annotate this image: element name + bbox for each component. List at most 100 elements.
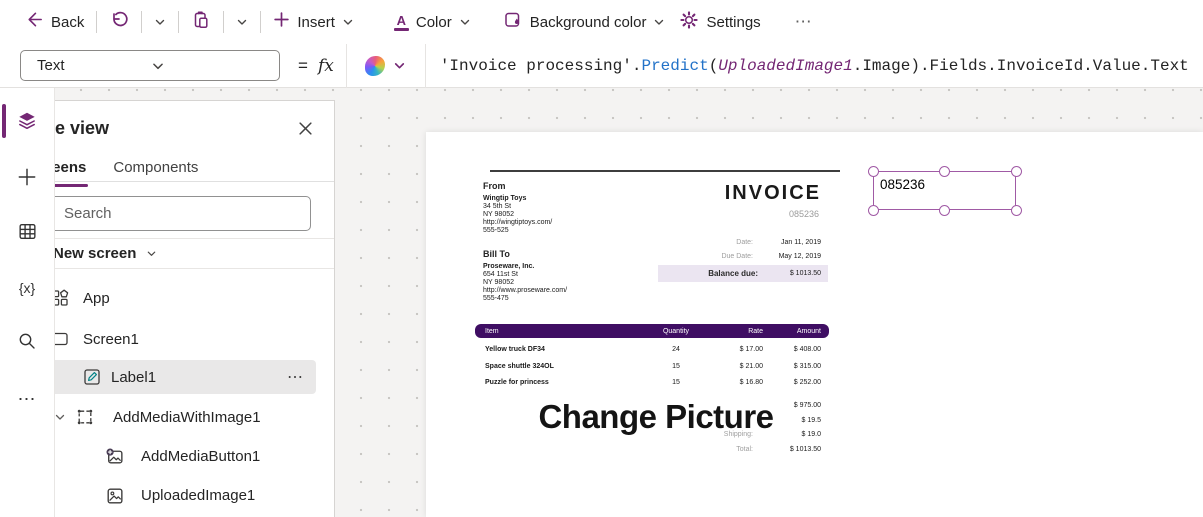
property-dropdown-value: Text <box>37 57 65 74</box>
resize-handle-bottom-center[interactable] <box>939 204 950 216</box>
rail-insert-button[interactable] <box>0 159 54 199</box>
table-grid-icon <box>17 221 38 247</box>
chevron-down-icon <box>146 248 157 259</box>
rail-data-button[interactable] <box>0 214 54 254</box>
col-item: Item <box>485 327 499 335</box>
tree-search-box[interactable] <box>27 196 311 231</box>
col-quantity: Quantity <box>662 327 690 335</box>
command-bar: Back Insert A Color Background color Set… <box>0 0 1203 44</box>
cell-quantity: 15 <box>672 362 680 370</box>
invoice-date-row: Date: Jan 11, 2019 <box>658 236 828 250</box>
cell-amount: $ 408.00 <box>793 346 821 353</box>
formula-bar: Text = fx 'Invoice processing'.Predict(U… <box>0 43 1203 88</box>
more-commands-button[interactable]: ⋯ <box>795 12 813 32</box>
cell-amount: $ 252.00 <box>793 379 821 386</box>
tree-item-label: UploadedImage1 <box>141 486 256 504</box>
chevron-down-icon <box>342 16 354 28</box>
undo-button[interactable] <box>109 10 129 35</box>
date-label: Date: <box>736 239 753 247</box>
table-header-row: Item Quantity Rate Amount <box>475 324 829 338</box>
group-control-icon <box>75 407 95 427</box>
total-label: Total: <box>736 445 753 453</box>
resize-handle-top-center[interactable] <box>939 165 950 177</box>
invoice-bill-to-block: Bill To Proseware, Inc. 654 11st St NY 9… <box>483 249 633 303</box>
cell-item: Space shuttle 324OL <box>485 362 554 370</box>
settings-label: Settings <box>706 13 761 31</box>
chevron-down-icon <box>151 59 265 73</box>
more-icon: ⋯ <box>794 12 813 31</box>
bill-line: NY 98052 <box>483 279 515 286</box>
formula-input[interactable]: 'Invoice processing'.Predict(UploadedIma… <box>440 57 1189 75</box>
cell-quantity: 24 <box>672 346 680 353</box>
powerapps-studio: Back Insert A Color Background color Set… <box>0 0 1203 517</box>
color-button[interactable]: A Color <box>393 13 471 31</box>
change-picture-button[interactable]: Change Picture <box>496 398 816 436</box>
chevron-down-icon[interactable] <box>54 411 66 423</box>
resize-handle-top-left[interactable] <box>867 165 879 177</box>
item-more-icon[interactable]: ⋯ <box>287 367 304 387</box>
tree-view-title: Tree view <box>28 118 110 138</box>
layers-icon <box>16 110 38 137</box>
undo-icon <box>109 10 129 35</box>
balance-due-label: Balance due: <box>708 269 758 278</box>
chevron-down-icon <box>393 59 406 72</box>
invoice-meta: Date: Jan 11, 2019 Due Date: May 12, 201… <box>658 236 828 263</box>
paste-menu-chevron[interactable] <box>236 16 248 28</box>
divider <box>178 11 180 33</box>
resize-handle-bottom-right[interactable] <box>1010 204 1022 216</box>
from-heading: From <box>483 181 506 191</box>
rail-variables-button[interactable]: {x} <box>0 268 54 308</box>
tab-components[interactable]: Components <box>113 159 198 181</box>
label1-control-selected[interactable]: 085236 <box>867 165 1022 216</box>
property-dropdown[interactable]: Text <box>20 50 280 81</box>
left-rail: {x} ⋯ <box>0 88 55 517</box>
due-date-label: Due Date: <box>721 252 753 260</box>
fx-symbol: fx <box>317 55 334 76</box>
bill-line: Proseware, Inc. <box>483 263 535 270</box>
rail-tree-view-button[interactable] <box>0 103 54 143</box>
paste-icon <box>191 10 211 35</box>
copilot-button[interactable] <box>345 43 426 88</box>
cell-quantity: 15 <box>672 379 680 386</box>
from-line: NY 98052 <box>483 211 515 218</box>
divider <box>223 11 225 33</box>
close-panel-button[interactable] <box>295 118 316 144</box>
paste-button[interactable] <box>191 10 211 35</box>
resize-handle-top-right[interactable] <box>1010 165 1022 177</box>
search-input[interactable] <box>64 205 264 222</box>
tree-item-label: AddMediaWithImage1 <box>113 408 261 426</box>
from-line: 34 5th St <box>483 203 512 210</box>
insert-button[interactable]: Insert <box>273 11 354 33</box>
plus-icon <box>273 11 290 33</box>
resize-handle-bottom-left[interactable] <box>867 204 879 216</box>
col-rate: Rate <box>748 327 763 335</box>
formula-function: Predict <box>641 56 709 75</box>
back-button[interactable]: Back <box>25 10 84 34</box>
color-label: Color <box>415 13 452 31</box>
search-icon <box>17 331 37 356</box>
cell-item: Yellow truck DF34 <box>485 346 545 353</box>
label1-text: 085236 <box>880 177 926 192</box>
col-amount: Amount <box>796 327 821 335</box>
background-color-button[interactable]: Background color <box>503 10 666 35</box>
rail-search-button[interactable] <box>0 323 54 363</box>
undo-menu-chevron[interactable] <box>154 16 166 28</box>
image-icon <box>104 485 125 506</box>
table-row: Space shuttle 324OL 15 $ 21.00 $ 315.00 <box>475 361 829 371</box>
chevron-down-icon <box>653 16 665 28</box>
invoice-items-table: Item Quantity Rate Amount Yellow truck D… <box>475 324 829 388</box>
selected-row-highlight <box>21 360 316 394</box>
formula-chain: .Fields.InvoiceId.Value.Text <box>919 56 1189 75</box>
cell-rate: $ 16.80 <box>739 379 763 386</box>
tree-item-label: Screen1 <box>83 330 139 348</box>
insert-label: Insert <box>297 13 335 31</box>
tree-item-label: AddMediaButton1 <box>141 447 261 465</box>
screen1-canvas[interactable]: From Wingtip Toys 34 5th St NY 98052 htt… <box>426 132 1203 517</box>
date-value: Jan 11, 2019 <box>781 239 821 247</box>
rail-more-button[interactable]: ⋯ <box>0 379 54 419</box>
invoice-from-block: From Wingtip Toys 34 5th St NY 98052 htt… <box>483 181 633 235</box>
balance-due-value: $ 1013.50 <box>789 270 821 277</box>
due-date-value: May 12, 2019 <box>778 252 821 260</box>
gear-icon <box>679 10 699 35</box>
settings-button[interactable]: Settings <box>679 10 761 35</box>
